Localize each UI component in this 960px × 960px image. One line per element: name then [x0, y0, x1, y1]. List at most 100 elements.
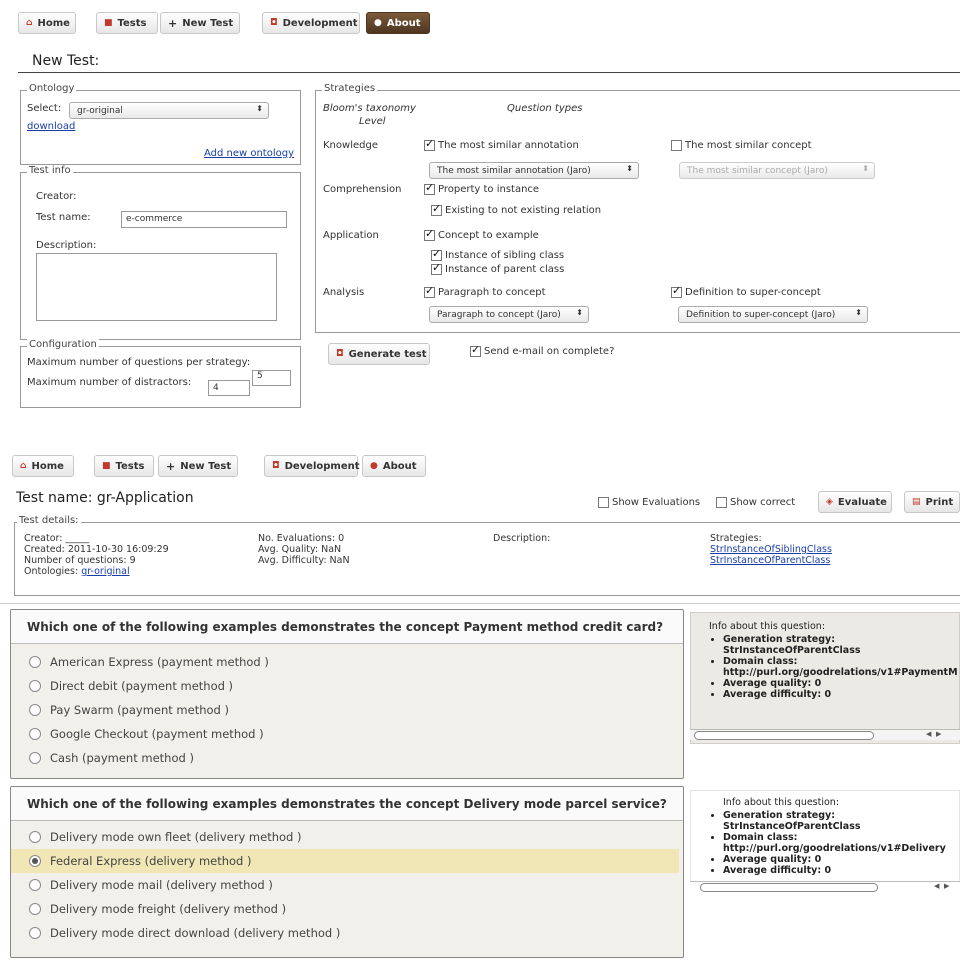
radio-button[interactable]: [29, 656, 41, 668]
scrollbar-thumb[interactable]: [700, 883, 878, 892]
print-button[interactable]: ▤ Print: [904, 491, 960, 513]
nav-tests-button[interactable]: ■ Tests: [96, 12, 158, 34]
max-distractors-input[interactable]: 4: [208, 380, 250, 396]
ontology-select-label: Select:: [27, 103, 62, 114]
bloom-header: Bloom's taxonomy: [323, 103, 416, 114]
select-arrows-icon: ⬍: [576, 308, 583, 317]
application-label: Application: [323, 230, 379, 241]
title-underline: [18, 72, 960, 73]
test-name-input[interactable]: e-commerce: [121, 211, 287, 228]
question-info-panel: Info about this question: Generation str…: [690, 612, 960, 744]
strategy-link-sibling[interactable]: StrInstanceOfSiblingClass: [710, 544, 832, 555]
test-name-title: Test name: gr-Application: [16, 490, 194, 506]
answer-option[interactable]: Cash (payment method ): [11, 746, 683, 770]
test-name-label: Test name:: [36, 212, 91, 223]
description-textarea[interactable]: [36, 253, 277, 321]
test-info-fieldset: Test info Creator: Test name: e-commerce…: [20, 165, 301, 340]
concept-to-example-checkbox[interactable]: Concept to example: [424, 227, 539, 241]
most-similar-annotation-select[interactable]: The most similar annotation (Jaro) ⬍: [429, 162, 639, 179]
tests-icon: ■: [104, 18, 113, 28]
instance-of-sibling-checkbox[interactable]: Instance of sibling class: [431, 247, 564, 261]
horizontal-scrollbar[interactable]: ◀ ▶: [690, 729, 960, 740]
ontology-legend: Ontology: [27, 83, 77, 94]
nav-about-button-2[interactable]: ● About: [362, 455, 426, 477]
radio-button[interactable]: [29, 752, 41, 764]
info-avg-difficulty: Average difficulty: 0: [723, 689, 959, 700]
home-icon: ⌂: [20, 461, 27, 471]
knowledge-label: Knowledge: [323, 140, 378, 151]
answer-option[interactable]: Delivery mode freight (delivery method ): [11, 897, 683, 921]
show-correct-checkbox[interactable]: Show correct: [716, 497, 795, 508]
details-description: Description:: [493, 533, 551, 544]
answer-option[interactable]: Direct debit (payment method ): [11, 674, 683, 698]
ontology-select[interactable]: gr-original ⬍: [69, 102, 269, 119]
nav-tests-button-2[interactable]: ■ Tests: [94, 455, 154, 477]
nav-home-button-2[interactable]: ⌂ Home: [12, 455, 74, 477]
radio-button[interactable]: [29, 903, 41, 915]
paragraph-to-concept-select[interactable]: Paragraph to concept (Jaro) ⬍: [429, 306, 589, 323]
definition-to-super-checkbox[interactable]: Definition to super-concept: [671, 284, 821, 298]
radio-button-selected[interactable]: [29, 855, 41, 867]
info-icon: ●: [370, 461, 378, 471]
paragraph-to-concept-checkbox[interactable]: Paragraph to concept: [424, 284, 546, 298]
instance-of-parent-checkbox[interactable]: Instance of parent class: [431, 261, 564, 275]
info-generation: Generation strategy:StrInstanceOfParentC…: [723, 810, 959, 832]
answer-option[interactable]: Google Checkout (payment method ): [11, 722, 683, 746]
nav-development-button[interactable]: ◘ Development: [262, 12, 360, 34]
add-new-ontology-link[interactable]: Add new ontology: [204, 148, 294, 159]
answer-option[interactable]: Delivery mode mail (delivery method ): [11, 873, 683, 897]
send-email-checkbox[interactable]: Send e-mail on complete?: [470, 343, 614, 357]
nav-new-test-button-2[interactable]: + New Test: [158, 455, 238, 477]
existing-to-not-existing-checkbox[interactable]: Existing to not existing relation: [431, 202, 601, 216]
select-arrows-icon: ⬍: [256, 104, 263, 113]
radio-button[interactable]: [29, 680, 41, 692]
radio-button[interactable]: [29, 927, 41, 939]
question-card: Which one of the following examples demo…: [10, 786, 684, 958]
show-evaluations-checkbox[interactable]: Show Evaluations: [598, 497, 700, 508]
scroll-left-icon[interactable]: ◀: [926, 730, 931, 738]
info-avg-quality: Average quality: 0: [723, 854, 959, 865]
description-label: Description:: [36, 240, 97, 251]
bloom-header-level: Level: [359, 116, 386, 127]
radio-button[interactable]: [29, 728, 41, 740]
horizontal-scrollbar[interactable]: ◀ ▶: [690, 881, 960, 892]
nav-about-button[interactable]: ● About: [366, 12, 430, 34]
question-title: Which one of the following examples demo…: [11, 787, 683, 821]
answer-option[interactable]: Pay Swarm (payment method ): [11, 698, 683, 722]
answer-list: Delivery mode own fleet (delivery method…: [11, 821, 683, 945]
details-divider: [0, 603, 960, 604]
strategies-legend: Strategies: [322, 83, 378, 94]
property-to-instance-checkbox[interactable]: Property to instance: [424, 181, 539, 195]
answer-option[interactable]: American Express (payment method ): [11, 650, 683, 674]
max-questions-label: Maximum number of questions per strategy…: [27, 357, 251, 368]
scroll-left-icon[interactable]: ◀: [934, 882, 939, 890]
answer-option-selected[interactable]: Federal Express (delivery method ): [11, 849, 679, 873]
most-similar-concept-checkbox[interactable]: The most similar concept: [671, 140, 812, 151]
info-domain: Domain class:http://purl.org/goodrelatio…: [723, 832, 959, 854]
test-info-legend: Test info: [27, 165, 73, 176]
ontology-link[interactable]: gr-original: [81, 566, 129, 577]
max-questions-input[interactable]: 5: [252, 370, 291, 386]
nav-home-button[interactable]: ⌂ Home: [18, 12, 76, 34]
scrollbar-thumb[interactable]: [694, 731, 874, 740]
info-list: Generation strategy:StrInstanceOfParentC…: [705, 810, 959, 876]
strategy-link-parent[interactable]: StrInstanceOfParentClass: [710, 555, 832, 566]
definition-to-super-select[interactable]: Definition to super-concept (Jaro) ⬍: [678, 306, 868, 323]
most-similar-annotation-checkbox[interactable]: The most similar annotation: [424, 137, 579, 151]
ontology-download-link[interactable]: download: [27, 121, 75, 132]
nav-new-test-button[interactable]: + New Test: [160, 12, 240, 34]
most-similar-concept-select[interactable]: The most similar concept (Jaro) ⬍: [679, 162, 875, 179]
test-details-legend: Test details:: [17, 515, 81, 526]
evaluate-button[interactable]: ◈ Evaluate: [818, 491, 892, 513]
page-title: New Test:: [32, 53, 100, 69]
nav-development-button-2[interactable]: ◘ Development: [264, 455, 360, 477]
scroll-right-icon[interactable]: ▶: [944, 882, 949, 890]
info-generation: Generation strategy:StrInstanceOfParentC…: [723, 634, 959, 656]
answer-option[interactable]: Delivery mode own fleet (delivery method…: [11, 825, 683, 849]
radio-button[interactable]: [29, 704, 41, 716]
generate-test-button[interactable]: ◘ Generate test: [328, 343, 430, 365]
scroll-right-icon[interactable]: ▶: [936, 730, 941, 738]
radio-button[interactable]: [29, 879, 41, 891]
radio-button[interactable]: [29, 831, 41, 843]
answer-option[interactable]: Delivery mode direct download (delivery …: [11, 921, 683, 945]
